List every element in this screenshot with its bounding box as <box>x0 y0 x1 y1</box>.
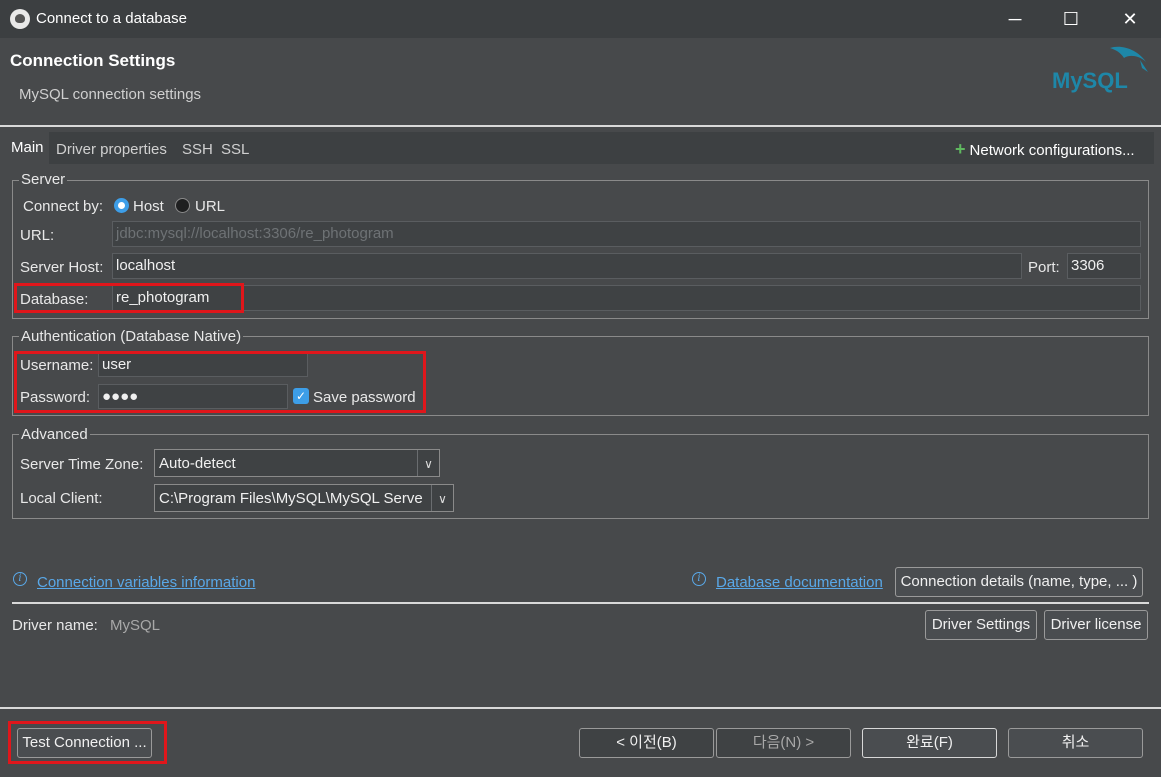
app-icon <box>10 9 30 29</box>
page-title: Connection Settings <box>10 51 176 70</box>
close-button[interactable]: ✕ <box>1107 4 1153 34</box>
local-client-select[interactable]: C:\Program Files\MySQL\MySQL Serve ∨ <box>154 484 454 512</box>
database-field[interactable]: re_photogram <box>112 285 1141 311</box>
url-label: URL: <box>20 227 55 244</box>
tab-ssh[interactable]: SSH <box>182 141 213 158</box>
previous-button[interactable]: < 이전(B) <box>579 728 714 758</box>
window-title: Connect to a database <box>36 10 187 27</box>
database-highlight-box <box>14 283 244 313</box>
maximize-button[interactable]: ☐ <box>1048 4 1094 34</box>
connection-details-button[interactable]: Connection details (name, type, ... ) <box>895 567 1143 597</box>
connect-by-label: Connect by: <box>23 198 104 215</box>
finish-button[interactable]: 완료(F) <box>862 728 997 758</box>
driver-name-value: MySQL <box>110 617 161 634</box>
url-field[interactable]: jdbc:mysql://localhost:3306/re_photogram <box>112 221 1141 247</box>
server-time-zone-select[interactable]: Auto-detect ∨ <box>154 449 440 477</box>
info-icon: i <box>692 572 706 586</box>
driver-license-button[interactable]: Driver license <box>1044 610 1148 640</box>
server-time-zone-label: Server Time Zone: <box>20 456 144 473</box>
chevron-down-icon: ∨ <box>431 485 453 511</box>
host-radio-label: Host <box>133 198 164 215</box>
test-connection-highlight-box <box>8 721 167 764</box>
local-client-label: Local Client: <box>20 490 103 507</box>
tab-main[interactable]: Main <box>6 132 49 164</box>
port-field[interactable]: 3306 <box>1067 253 1141 279</box>
server-host-label: Server Host: <box>20 259 104 276</box>
server-legend: Server <box>19 171 68 188</box>
mysql-logo-text: MySQL <box>1052 68 1128 93</box>
chevron-down-icon: ∨ <box>417 450 439 476</box>
driver-divider <box>12 602 1149 604</box>
url-radio-label: URL <box>195 198 226 215</box>
plus-icon: + <box>955 139 966 159</box>
network-configurations-button[interactable]: + Network configurations... <box>955 139 1135 160</box>
next-button[interactable]: 다음(N) > <box>716 728 851 758</box>
host-radio[interactable] <box>114 198 129 213</box>
authentication-legend: Authentication (Database Native) <box>19 328 244 345</box>
minimize-button[interactable]: ─ <box>992 4 1038 34</box>
server-time-zone-value: Auto-detect <box>159 455 236 472</box>
connection-variables-link[interactable]: Connection variables information <box>37 574 255 591</box>
url-radio[interactable] <box>175 198 190 213</box>
network-configurations-label: Network configurations... <box>969 142 1135 159</box>
port-label: Port: <box>1028 259 1060 276</box>
driver-settings-button[interactable]: Driver Settings <box>925 610 1037 640</box>
header-divider <box>0 125 1161 127</box>
database-documentation-link[interactable]: Database documentation <box>716 574 883 591</box>
advanced-legend: Advanced <box>19 426 90 443</box>
cancel-button[interactable]: 취소 <box>1008 728 1143 758</box>
tab-ssl[interactable]: SSL <box>221 141 249 158</box>
mysql-logo-icon: MySQL <box>1052 46 1148 93</box>
footer-divider <box>0 707 1161 709</box>
driver-name-label: Driver name: <box>12 617 98 634</box>
local-client-value: C:\Program Files\MySQL\MySQL Serve <box>159 490 423 507</box>
page-subtitle: MySQL connection settings <box>19 86 202 103</box>
credentials-highlight-box <box>14 351 426 413</box>
tab-driver-properties[interactable]: Driver properties <box>56 141 167 158</box>
info-icon: i <box>13 572 27 586</box>
server-host-field[interactable]: localhost <box>112 253 1022 279</box>
